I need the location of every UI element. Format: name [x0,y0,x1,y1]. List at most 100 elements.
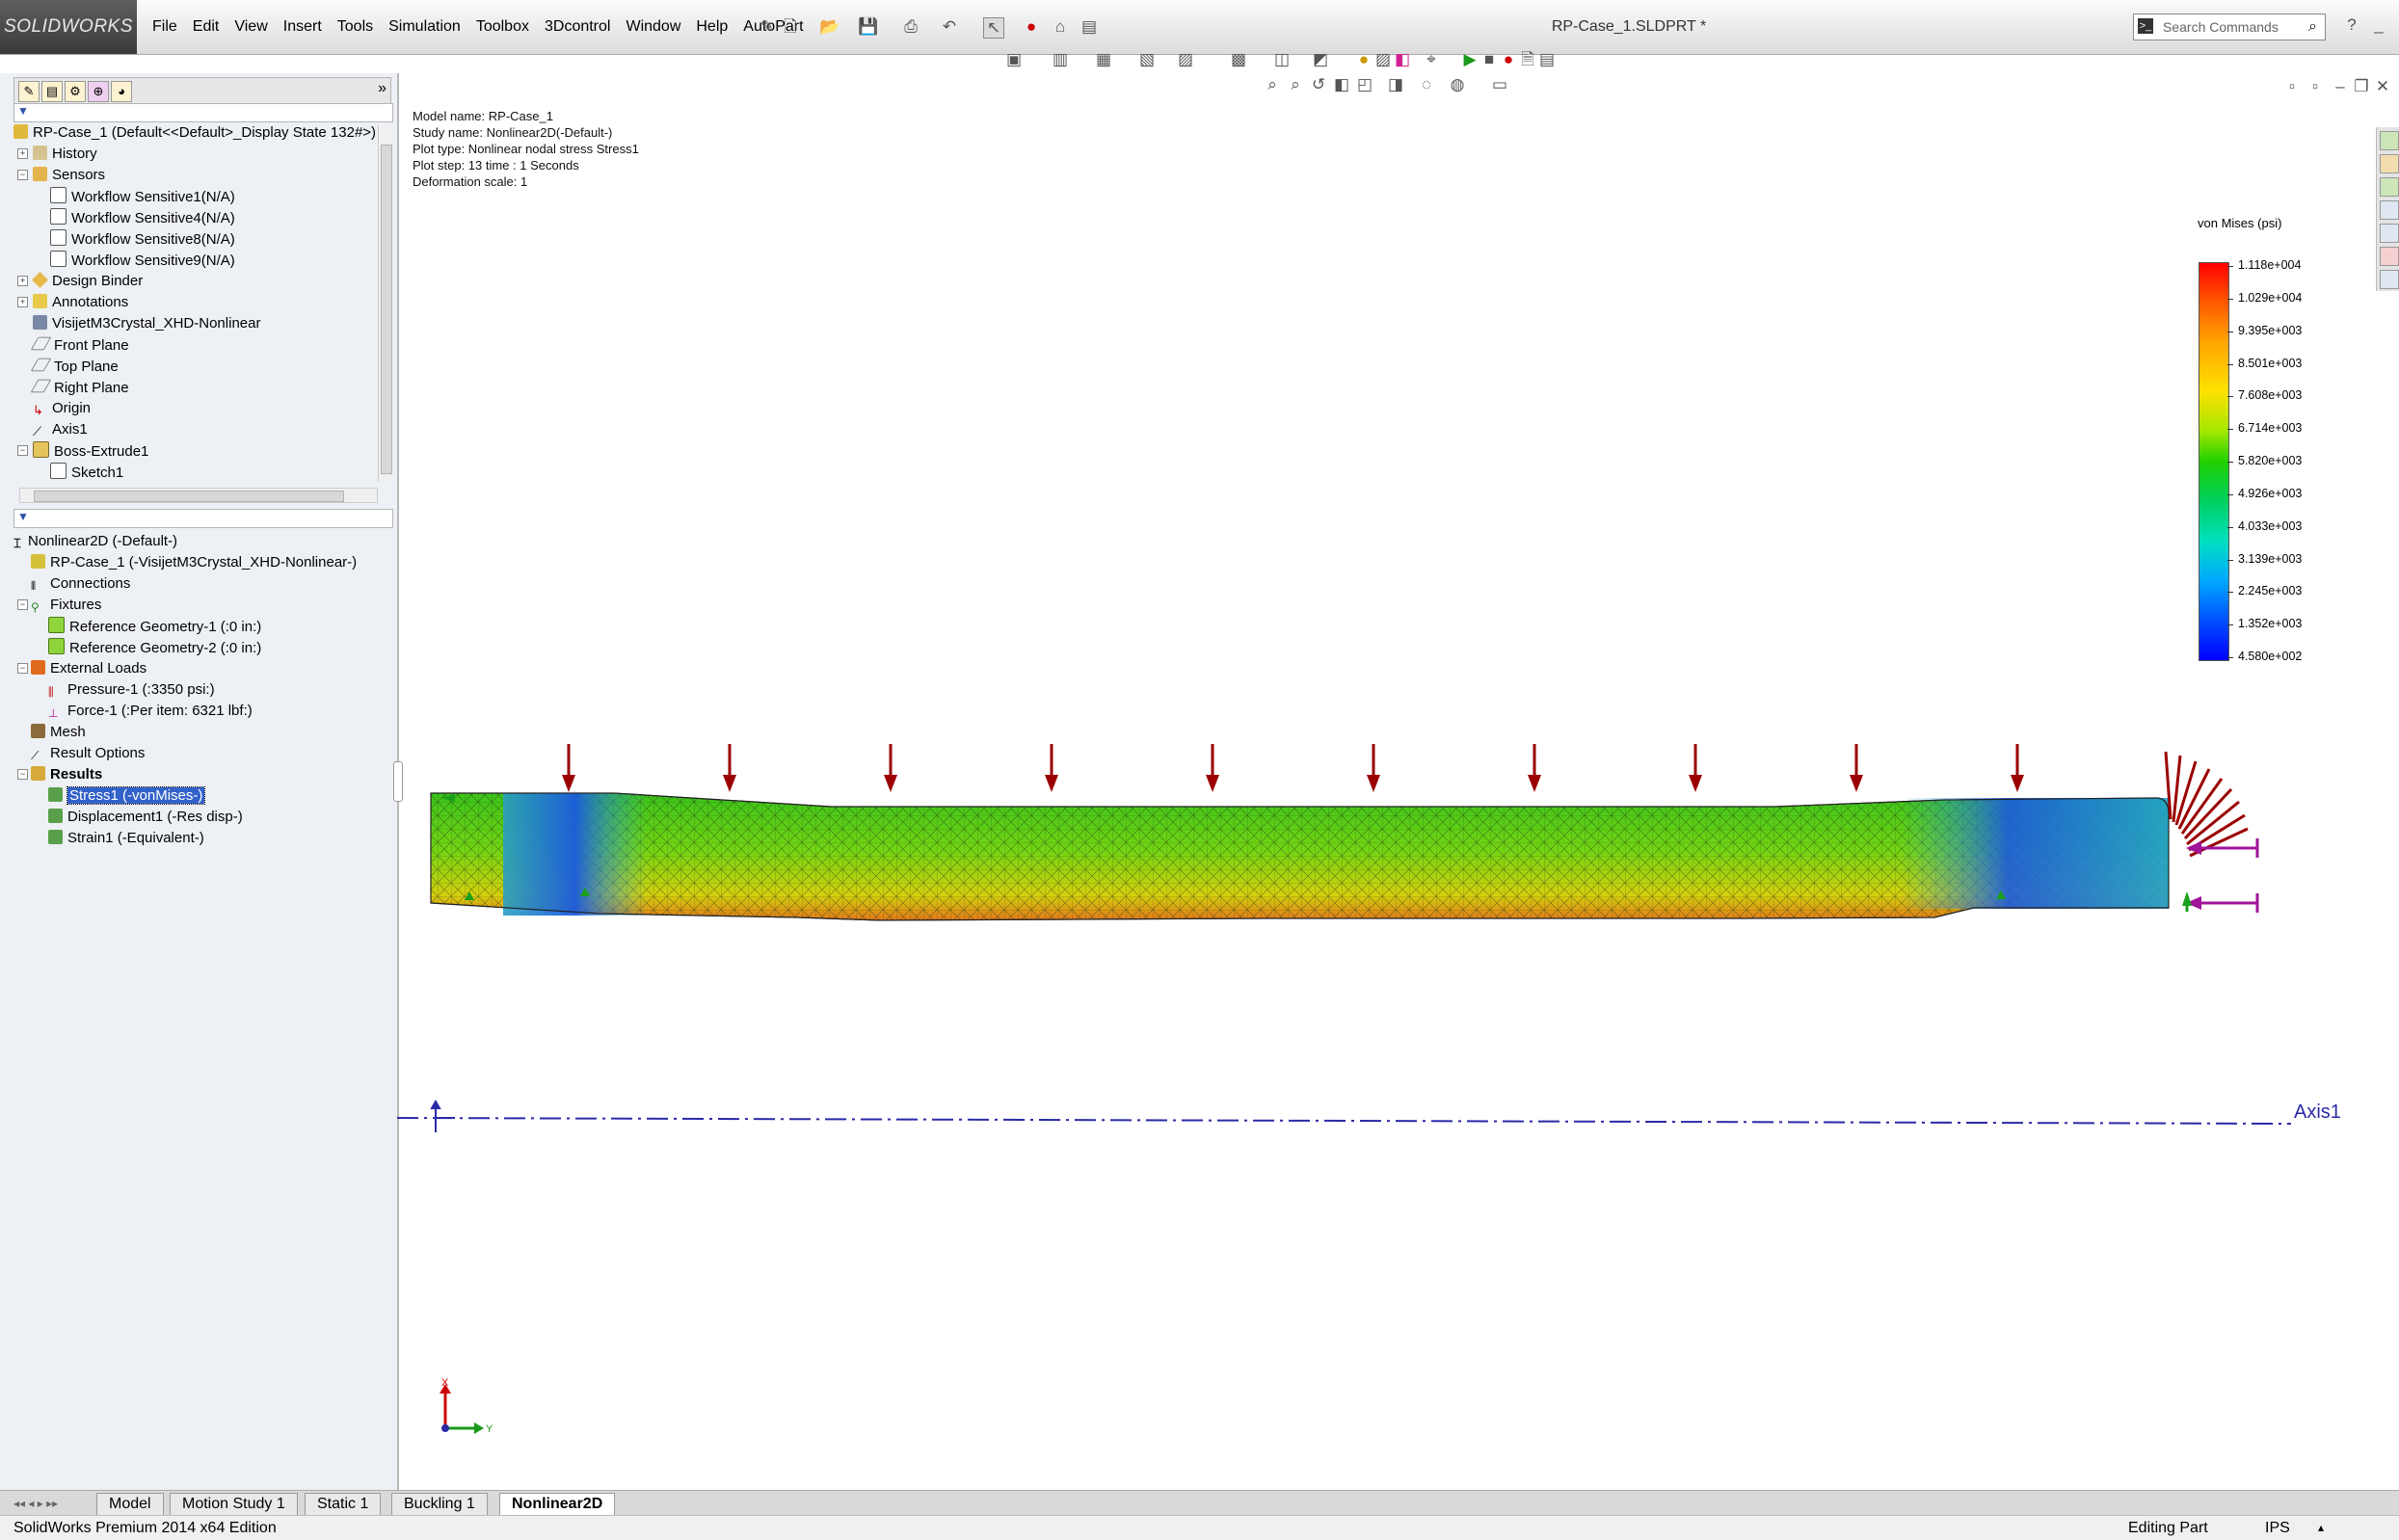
forum-icon[interactable] [2380,270,2399,289]
expander[interactable]: − [17,663,28,674]
rebuild-icon[interactable]: ● [1022,17,1041,37]
report-icon[interactable]: ▤ [1537,50,1557,69]
file-properties-icon[interactable]: ⌂ [1051,17,1070,37]
expander[interactable]: − [17,599,28,610]
loads-icon[interactable]: ▦ [1094,50,1113,69]
play-icon[interactable]: ▶ [1460,50,1479,69]
study-item-external-loads[interactable]: External Loads [31,659,147,678]
dimxpert-tab[interactable]: ⊕ [88,81,109,102]
tab-static-1[interactable]: Static 1 [305,1493,382,1516]
study-item-connections[interactable]: ⫴ Connections [31,574,130,594]
minimize-icon[interactable]: _ [2369,15,2388,35]
tile2-icon[interactable]: ▫ [2306,77,2325,96]
tree-item-front-plane[interactable]: Front Plane [30,335,129,355]
menu-3dcontrol[interactable]: 3Dcontrol [537,0,618,54]
menu-edit[interactable]: Edit [185,0,227,54]
tab-scroll-arrows-icon[interactable]: ◂◂ ◂ ▸ ▸▸ [13,1497,58,1510]
tree-item-origin[interactable]: ↳ Origin [33,399,91,418]
zoom-area-icon[interactable]: ⌕ [1286,75,1305,94]
display-manager-tab[interactable]: ◕ [111,81,132,102]
expander[interactable]: + [17,297,28,307]
expander[interactable]: + [17,148,28,159]
status-units[interactable]: IPS [2265,1516,2290,1540]
expander[interactable]: − [17,769,28,780]
study-item-force-1[interactable]: ⊥ Force-1 (:Per item: 6321 lbf:) [48,702,253,721]
new-document-icon[interactable]: 🗋 [781,17,800,37]
study-item-mesh[interactable]: Mesh [31,723,86,742]
feature-tree-root[interactable]: RP-Case_1 (Default<<Default>_Display Sta… [13,123,376,143]
design-library-icon[interactable] [2380,154,2399,173]
search-commands-input[interactable]: >_ Search Commands ⌕ [2133,13,2326,40]
tab-model[interactable]: Model [96,1493,164,1516]
tree-item-axis1[interactable]: ⟋ Axis1 [33,420,88,439]
select-icon[interactable]: ↖ [983,17,1004,39]
zoom-to-fit-icon[interactable]: ⌕ [1263,75,1282,94]
axis1-label[interactable]: Axis1 [2294,1102,2341,1124]
menu-insert[interactable]: Insert [276,0,330,54]
study-item-results[interactable]: Results [31,765,102,784]
undo-icon[interactable]: ↶ [940,17,959,37]
save-animation-icon[interactable]: 🗎 [1518,50,1537,69]
tree-item-right-plane[interactable]: Right Plane [30,378,129,397]
propertymanager-tab[interactable]: ▤ [41,81,63,102]
tree-item-sensors[interactable]: Sensors [33,166,105,185]
help-icon[interactable]: ? [2342,15,2361,35]
tree-item-boss-extrude1[interactable]: Boss-Extrude1 [33,441,148,461]
pin-icon[interactable]: ✎ [758,17,777,37]
units-dropdown-icon[interactable]: ▴ [2318,1516,2324,1540]
feature-filter[interactable]: ▼ [13,103,393,122]
tree-item-workflow-sensitive8[interactable]: Workflow Sensitive8(N/A) [50,229,235,249]
menu-simulation[interactable]: Simulation [381,0,468,54]
fillet-pressure-arrows[interactable] [2164,751,2249,858]
tab-motion-study-1[interactable]: Motion Study 1 [170,1493,298,1516]
study-item-reference-geometry-1[interactable]: Reference Geometry-1 (:0 in:) [48,617,261,636]
force-arrow[interactable] [2186,893,2259,913]
connections-icon[interactable]: ▧ [1137,50,1157,69]
expand-chevron-icon[interactable]: » [378,80,387,97]
tree-item-workflow-sensitive1[interactable]: Workflow Sensitive1(N/A) [50,187,235,206]
window-minimize-icon[interactable]: – [2331,77,2350,96]
scrollbar-thumb[interactable] [381,145,392,474]
tree-item-sketch1[interactable]: Sketch1 [50,463,123,482]
feature-tree-hscrollbar[interactable] [19,488,378,503]
study-item-stress1[interactable]: Stress1 (-vonMises-) [48,786,206,806]
material-icon[interactable]: ● [1354,50,1373,69]
hatch-icon[interactable]: ▨ [1373,50,1393,69]
tree-item-top-plane[interactable]: Top Plane [30,357,119,376]
study-item-strain1[interactable]: Strain1 (-Equivalent-) [48,829,204,848]
configurationmanager-tab[interactable]: ⚙ [65,81,86,102]
tree-item-material[interactable]: VisijetM3Crystal_XHD-Nonlinear [33,314,260,333]
view-settings-icon[interactable]: ▭ [1490,75,1509,94]
feature-tree-scrollbar[interactable] [378,125,392,482]
solidworks-logo[interactable]: SOLIDWORKS [0,0,137,54]
pressure-arrows[interactable] [562,744,2024,792]
study-item-displacement1[interactable]: Displacement1 (-Res disp-) [48,808,243,827]
tree-item-workflow-sensitive4[interactable]: Workflow Sensitive4(N/A) [50,208,235,227]
hide-show-icon[interactable]: ◌ [1417,75,1436,94]
model-viewport[interactable] [397,694,2373,1465]
custom-properties-icon[interactable] [2380,247,2399,266]
fixtures-icon[interactable]: ▥ [1051,50,1070,69]
section-view-icon[interactable]: ◧ [1332,75,1351,94]
tab-nonlinear2d[interactable]: Nonlinear2D [499,1493,616,1516]
open-folder-icon[interactable]: 📂 [819,17,840,37]
menu-file[interactable]: File [145,0,185,54]
study-item-part[interactable]: RP-Case_1 (-VisijetM3Crystal_XHD-Nonline… [31,553,357,572]
save-icon[interactable]: 💾 [858,17,878,37]
appearance-icon[interactable]: ◍ [1448,75,1467,94]
view-palette-icon[interactable] [2380,200,2399,220]
tile-icon[interactable]: ▫ [2282,77,2302,96]
previous-view-icon[interactable]: ↺ [1309,75,1328,94]
study-item-reference-geometry-2[interactable]: Reference Geometry-2 (:0 in:) [48,638,261,657]
view-orientation-icon[interactable]: ◰ [1355,75,1374,94]
tab-buckling-1[interactable]: Buckling 1 [391,1493,488,1516]
plot-color-icon[interactable]: ◧ [1393,50,1412,69]
menu-tools[interactable]: Tools [330,0,381,54]
menu-view[interactable]: View [227,0,275,54]
color-legend-bar[interactable] [2199,262,2229,661]
scrollbar-thumb[interactable] [34,491,344,502]
study-item-result-options[interactable]: ⟋ Result Options [31,744,145,763]
probe-icon[interactable]: ⌖ [1422,50,1441,69]
compare-icon[interactable]: ◩ [1311,50,1330,69]
study-item-pressure-1[interactable]: ⫼ Pressure-1 (:3350 psi:) [48,680,215,700]
